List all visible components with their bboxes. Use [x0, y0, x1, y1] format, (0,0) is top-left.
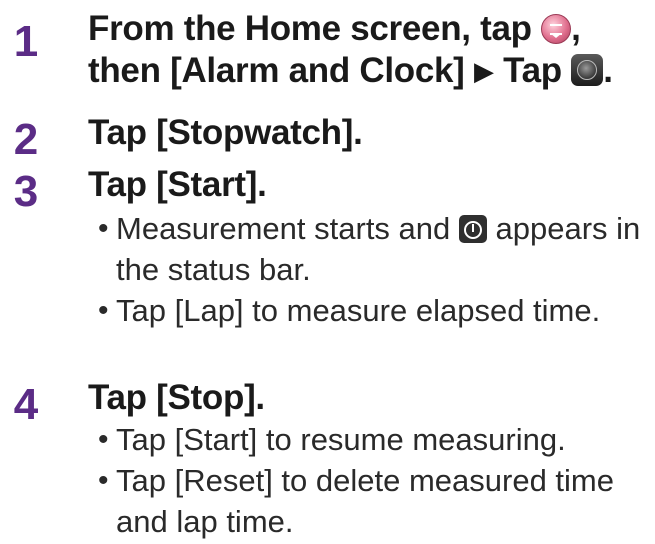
step-heading: Tap [Stop].	[88, 378, 265, 417]
step-number: 1	[13, 17, 39, 66]
bullet-list: • Measurement starts and appears in the …	[98, 208, 647, 331]
bullet-text: Measurement starts and	[116, 211, 451, 246]
list-item: • Tap [Lap] to measure elapsed time.	[98, 290, 647, 331]
step-number: 2	[13, 115, 39, 164]
bullet-list: • Tap [Start] to resume measuring. • Tap…	[98, 419, 647, 542]
stopwatch-status-icon	[458, 215, 487, 243]
step-text: then [Alarm and Clock]	[88, 51, 465, 90]
alarm-clock-app-icon	[571, 54, 604, 86]
step-number: 4	[13, 380, 39, 429]
bullet-text: Tap [Lap] to measure elapsed time.	[116, 293, 601, 328]
step-text: ,	[571, 9, 581, 48]
bullet-text: Tap [Reset] to delete measured time and …	[116, 463, 614, 539]
step-text: From the Home screen, tap	[88, 9, 532, 48]
step-text: .	[603, 51, 613, 90]
menu-icon	[541, 14, 572, 44]
bullet-icon: •	[98, 423, 109, 456]
step-heading: Tap [Start].	[88, 165, 267, 204]
step-number: 3	[13, 167, 39, 216]
step-heading: From the Home screen, tap , then [Alarm …	[88, 8, 649, 92]
step-heading: Tap [Stopwatch].	[88, 113, 363, 152]
list-item: • Tap [Reset] to delete measured time an…	[98, 460, 647, 542]
bullet-icon: •	[98, 294, 109, 327]
step-text: Tap	[503, 51, 562, 90]
bullet-icon: •	[98, 212, 109, 245]
arrow-right-icon: ▶	[473, 56, 494, 86]
bullet-icon: •	[98, 464, 109, 497]
list-item: • Measurement starts and appears in the …	[98, 208, 647, 290]
list-item: • Tap [Start] to resume measuring.	[98, 419, 647, 460]
bullet-text: Tap [Start] to resume measuring.	[116, 422, 566, 457]
